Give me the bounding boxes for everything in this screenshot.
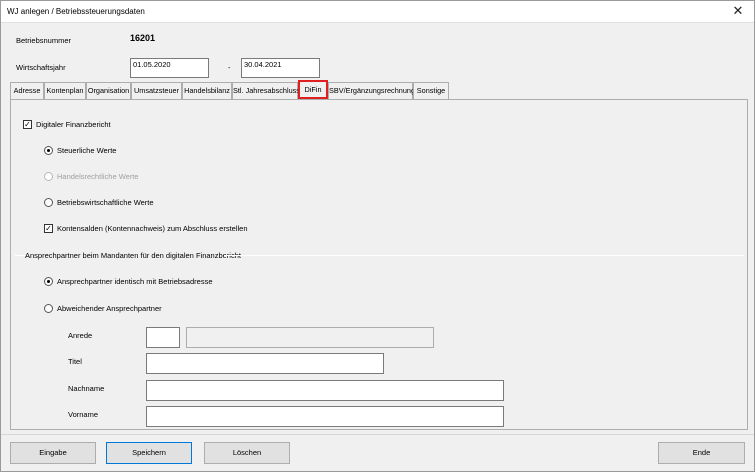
- tab-kontenplan[interactable]: Kontenplan: [44, 82, 86, 99]
- titel-label: Titel: [68, 357, 82, 366]
- date-separator: -: [228, 63, 231, 72]
- betriebsnummer-label: Betriebsnummer: [16, 36, 72, 45]
- contact-group-title: Ansprechpartner beim Mandanten für den d…: [25, 251, 241, 260]
- radio-handelsrechtliche-werte[interactable]: [44, 172, 53, 181]
- wirtschaftsjahr-label: Wirtschaftsjahr: [16, 63, 66, 72]
- ende-button[interactable]: Ende: [658, 442, 745, 464]
- window-title: WJ anlegen / Betriebssteuerungsdaten: [7, 7, 145, 16]
- radio-betriebswirtschaftliche-werte[interactable]: [44, 198, 53, 207]
- dialog-window: WJ anlegen / Betriebssteuerungsdaten ✕ B…: [0, 0, 755, 472]
- tab-difin[interactable]: DiFin: [298, 80, 328, 99]
- betriebswirtschaftliche-werte-label: Betriebswirtschaftliche Werte: [57, 198, 154, 207]
- titel-field[interactable]: [146, 353, 384, 374]
- tab-adresse[interactable]: Adresse: [10, 82, 44, 99]
- betriebsnummer-value: 16201: [130, 33, 156, 43]
- radio-contact-identical[interactable]: [44, 277, 53, 286]
- kontensalden-checkbox[interactable]: ✓: [44, 224, 53, 233]
- tab-umsatzsteuer[interactable]: Umsatzsteuer: [131, 82, 182, 99]
- nachname-label: Nachname: [68, 384, 105, 393]
- anrede-label: Anrede: [68, 331, 93, 340]
- button-bar-divider: [1, 434, 754, 435]
- radio-steuerliche-werte[interactable]: [44, 146, 53, 155]
- digital-report-label: Digitaler Finanzbericht: [36, 120, 111, 129]
- radio-contact-different[interactable]: [44, 304, 53, 313]
- contact-different-label: Abweichender Ansprechpartner: [57, 304, 162, 313]
- loeschen-button[interactable]: Löschen: [204, 442, 290, 464]
- vorname-field[interactable]: [146, 406, 504, 427]
- title-bar: WJ anlegen / Betriebssteuerungsdaten ✕: [1, 1, 754, 23]
- close-icon[interactable]: ✕: [730, 4, 746, 20]
- tab-handelsbilanz[interactable]: Handelsbilanz: [182, 82, 232, 99]
- digital-report-checkbox[interactable]: ✓: [23, 120, 32, 129]
- date-to-field[interactable]: 30.04.2021: [241, 58, 320, 78]
- difin-panel: ✓ Digitaler Finanzbericht Steuerliche We…: [10, 99, 748, 430]
- group-line-left: [15, 255, 25, 256]
- tab-sonstige[interactable]: Sonstige: [413, 82, 449, 99]
- anrede-text-field: [186, 327, 434, 348]
- tab-stl-jahresabschluss[interactable]: Stl. Jahresabschluss: [232, 82, 300, 99]
- handelsrechtliche-werte-label: Handelsrechtliche Werte: [57, 172, 139, 181]
- kontensalden-label: Kontensalden (Kontennachweis) zum Abschl…: [57, 224, 248, 233]
- tab-organisation[interactable]: Organisation: [86, 82, 131, 99]
- date-from-field[interactable]: 01.05.2020: [130, 58, 209, 78]
- contact-identical-label: Ansprechpartner identisch mit Betriebsad…: [57, 277, 213, 286]
- eingabe-button[interactable]: Eingabe: [10, 442, 96, 464]
- anrede-field[interactable]: [146, 327, 180, 348]
- steuerliche-werte-label: Steuerliche Werte: [57, 146, 117, 155]
- group-line-right: [224, 255, 744, 256]
- vorname-label: Vorname: [68, 410, 99, 419]
- speichern-button[interactable]: Speichern: [106, 442, 192, 464]
- tab-sbv-ergaenzungsrechnung[interactable]: SBV/Ergänzungsrechnung: [328, 82, 415, 99]
- nachname-field[interactable]: [146, 380, 504, 401]
